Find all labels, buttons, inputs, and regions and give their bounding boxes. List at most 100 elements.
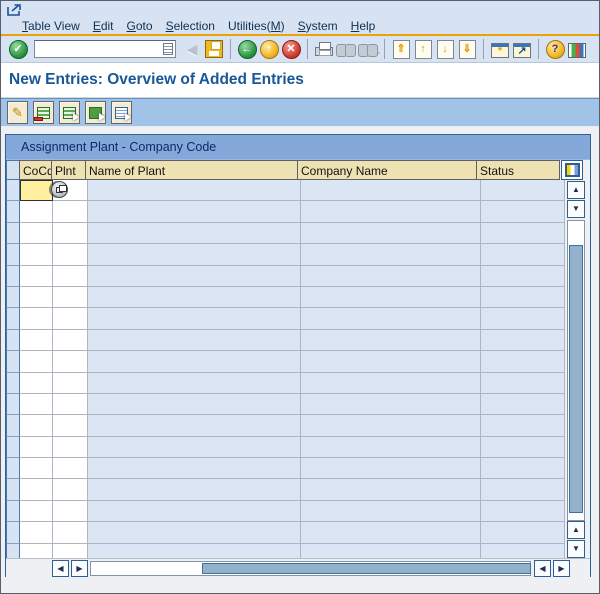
enter-button[interactable]: ✓ [7, 37, 29, 61]
menu-item-table-view[interactable]: Table View [22, 19, 80, 33]
find-next-button[interactable]: + [357, 37, 380, 61]
menu-item-help[interactable]: Help [351, 19, 376, 33]
command-history-icon[interactable] [163, 43, 173, 55]
row-selector[interactable] [6, 308, 20, 330]
row-selector[interactable] [6, 265, 20, 287]
cell-cocd[interactable] [20, 351, 53, 373]
column-header-plnt[interactable]: Plnt [51, 160, 86, 180]
cell-plnt[interactable] [53, 500, 88, 523]
cell-cocd[interactable] [20, 458, 53, 480]
cell-plnt[interactable] [53, 265, 88, 287]
menu-item-selection[interactable]: Selection [166, 19, 215, 33]
cell-plnt[interactable] [53, 372, 88, 394]
help-button[interactable]: ? [544, 37, 566, 61]
row-selector[interactable] [6, 372, 20, 394]
row-selector[interactable] [6, 543, 20, 558]
cell-cocd[interactable] [20, 286, 53, 309]
cell-plnt[interactable] [53, 415, 88, 437]
scroll-left-button[interactable]: ◀ [52, 560, 69, 577]
cell-plnt[interactable] [53, 479, 88, 501]
row-selector[interactable] [6, 286, 20, 309]
cell-cocd[interactable] [20, 201, 53, 223]
cell-cocd[interactable] [20, 436, 53, 459]
cell-cocd[interactable] [20, 415, 53, 437]
menu-item-system[interactable]: System [298, 19, 338, 33]
back-button[interactable]: ← [236, 37, 258, 61]
cell-plnt[interactable] [53, 458, 88, 480]
select-block-button[interactable] [85, 101, 106, 124]
cell-cocd[interactable] [20, 372, 53, 394]
menu-item-edit[interactable]: Edit [93, 19, 114, 33]
row-selector[interactable] [6, 479, 20, 501]
last-page-button[interactable]: ⇓ [456, 37, 478, 61]
cell-plnt[interactable] [53, 543, 88, 558]
cell-cocd[interactable] [20, 393, 53, 416]
cell-cocd[interactable] [20, 329, 53, 352]
row-selector[interactable] [6, 329, 20, 352]
cell-cocd[interactable] [20, 500, 53, 523]
scroll-down-button[interactable]: ▼ [567, 200, 585, 218]
row-selector[interactable] [6, 180, 20, 202]
scroll-right-button[interactable]: ▶ [71, 560, 88, 577]
row-selector[interactable] [6, 522, 20, 544]
row-selector[interactable] [6, 351, 20, 373]
cell-plnt[interactable] [53, 222, 88, 245]
copy-as-button[interactable] [59, 101, 80, 124]
horizontal-scroll-thumb[interactable] [202, 563, 531, 574]
cell-plnt[interactable] [53, 329, 88, 352]
print-button[interactable] [313, 37, 335, 61]
cell-cocd[interactable] [20, 543, 53, 558]
value-help-button[interactable] [51, 181, 68, 198]
row-selector[interactable] [6, 500, 20, 523]
create-shortcut-button[interactable]: ↗ [511, 37, 533, 61]
change-display-button[interactable]: ✎ [7, 101, 28, 124]
menu-item-goto[interactable]: Goto [127, 19, 153, 33]
new-session-button[interactable]: * [489, 37, 511, 61]
delete-row-button[interactable] [33, 101, 54, 124]
column-header-status[interactable]: Status [476, 160, 560, 180]
column-header-cocd[interactable]: CoCd [19, 160, 52, 180]
find-button[interactable] [335, 37, 357, 61]
table-config-button[interactable] [561, 160, 583, 180]
command-field-input[interactable] [36, 42, 160, 56]
cell-plnt[interactable] [53, 436, 88, 459]
vertical-scroll-track[interactable] [567, 220, 585, 521]
cell-plnt[interactable] [53, 201, 88, 223]
command-collapse-button[interactable]: ◀ [181, 37, 203, 61]
row-selector[interactable] [6, 393, 20, 416]
cell-plnt[interactable] [53, 351, 88, 373]
previous-page-button[interactable]: ↑ [412, 37, 434, 61]
next-page-button[interactable]: ↓ [434, 37, 456, 61]
cell-cocd[interactable] [20, 222, 53, 245]
menu-item-utilities-m[interactable]: Utilities(M) [228, 19, 285, 33]
cell-cocd[interactable] [20, 244, 53, 266]
horizontal-scroll-track[interactable] [90, 561, 531, 576]
row-selector[interactable] [6, 458, 20, 480]
save-button[interactable] [203, 37, 225, 61]
column-header-company-name[interactable]: Company Name [297, 160, 477, 180]
column-left-button[interactable]: ◀ [534, 560, 551, 577]
cell-cocd[interactable] [20, 180, 53, 202]
column-right-button[interactable]: ▶ [553, 560, 570, 577]
cell-cocd[interactable] [20, 522, 53, 544]
row-selector[interactable] [6, 201, 20, 223]
row-selector[interactable] [6, 244, 20, 266]
row-selector[interactable] [6, 222, 20, 245]
page-down-button[interactable]: ▼ [567, 540, 585, 558]
cell-plnt[interactable] [53, 522, 88, 544]
system-menu-icon[interactable] [6, 3, 22, 17]
cell-cocd[interactable] [20, 479, 53, 501]
cell-plnt[interactable] [53, 393, 88, 416]
cell-plnt[interactable] [53, 286, 88, 309]
cell-cocd[interactable] [20, 308, 53, 330]
column-header-name-of-plant[interactable]: Name of Plant [85, 160, 298, 180]
page-up-button[interactable]: ▲ [567, 521, 585, 539]
cell-cocd[interactable] [20, 265, 53, 287]
cancel-button[interactable]: ✕ [280, 37, 302, 61]
vertical-scroll-thumb[interactable] [569, 245, 583, 513]
select-all-corner[interactable] [6, 160, 20, 180]
first-page-button[interactable]: ⇑ [390, 37, 412, 61]
cell-plnt[interactable] [53, 244, 88, 266]
cell-plnt[interactable] [53, 308, 88, 330]
cell-plnt[interactable] [51, 180, 88, 202]
